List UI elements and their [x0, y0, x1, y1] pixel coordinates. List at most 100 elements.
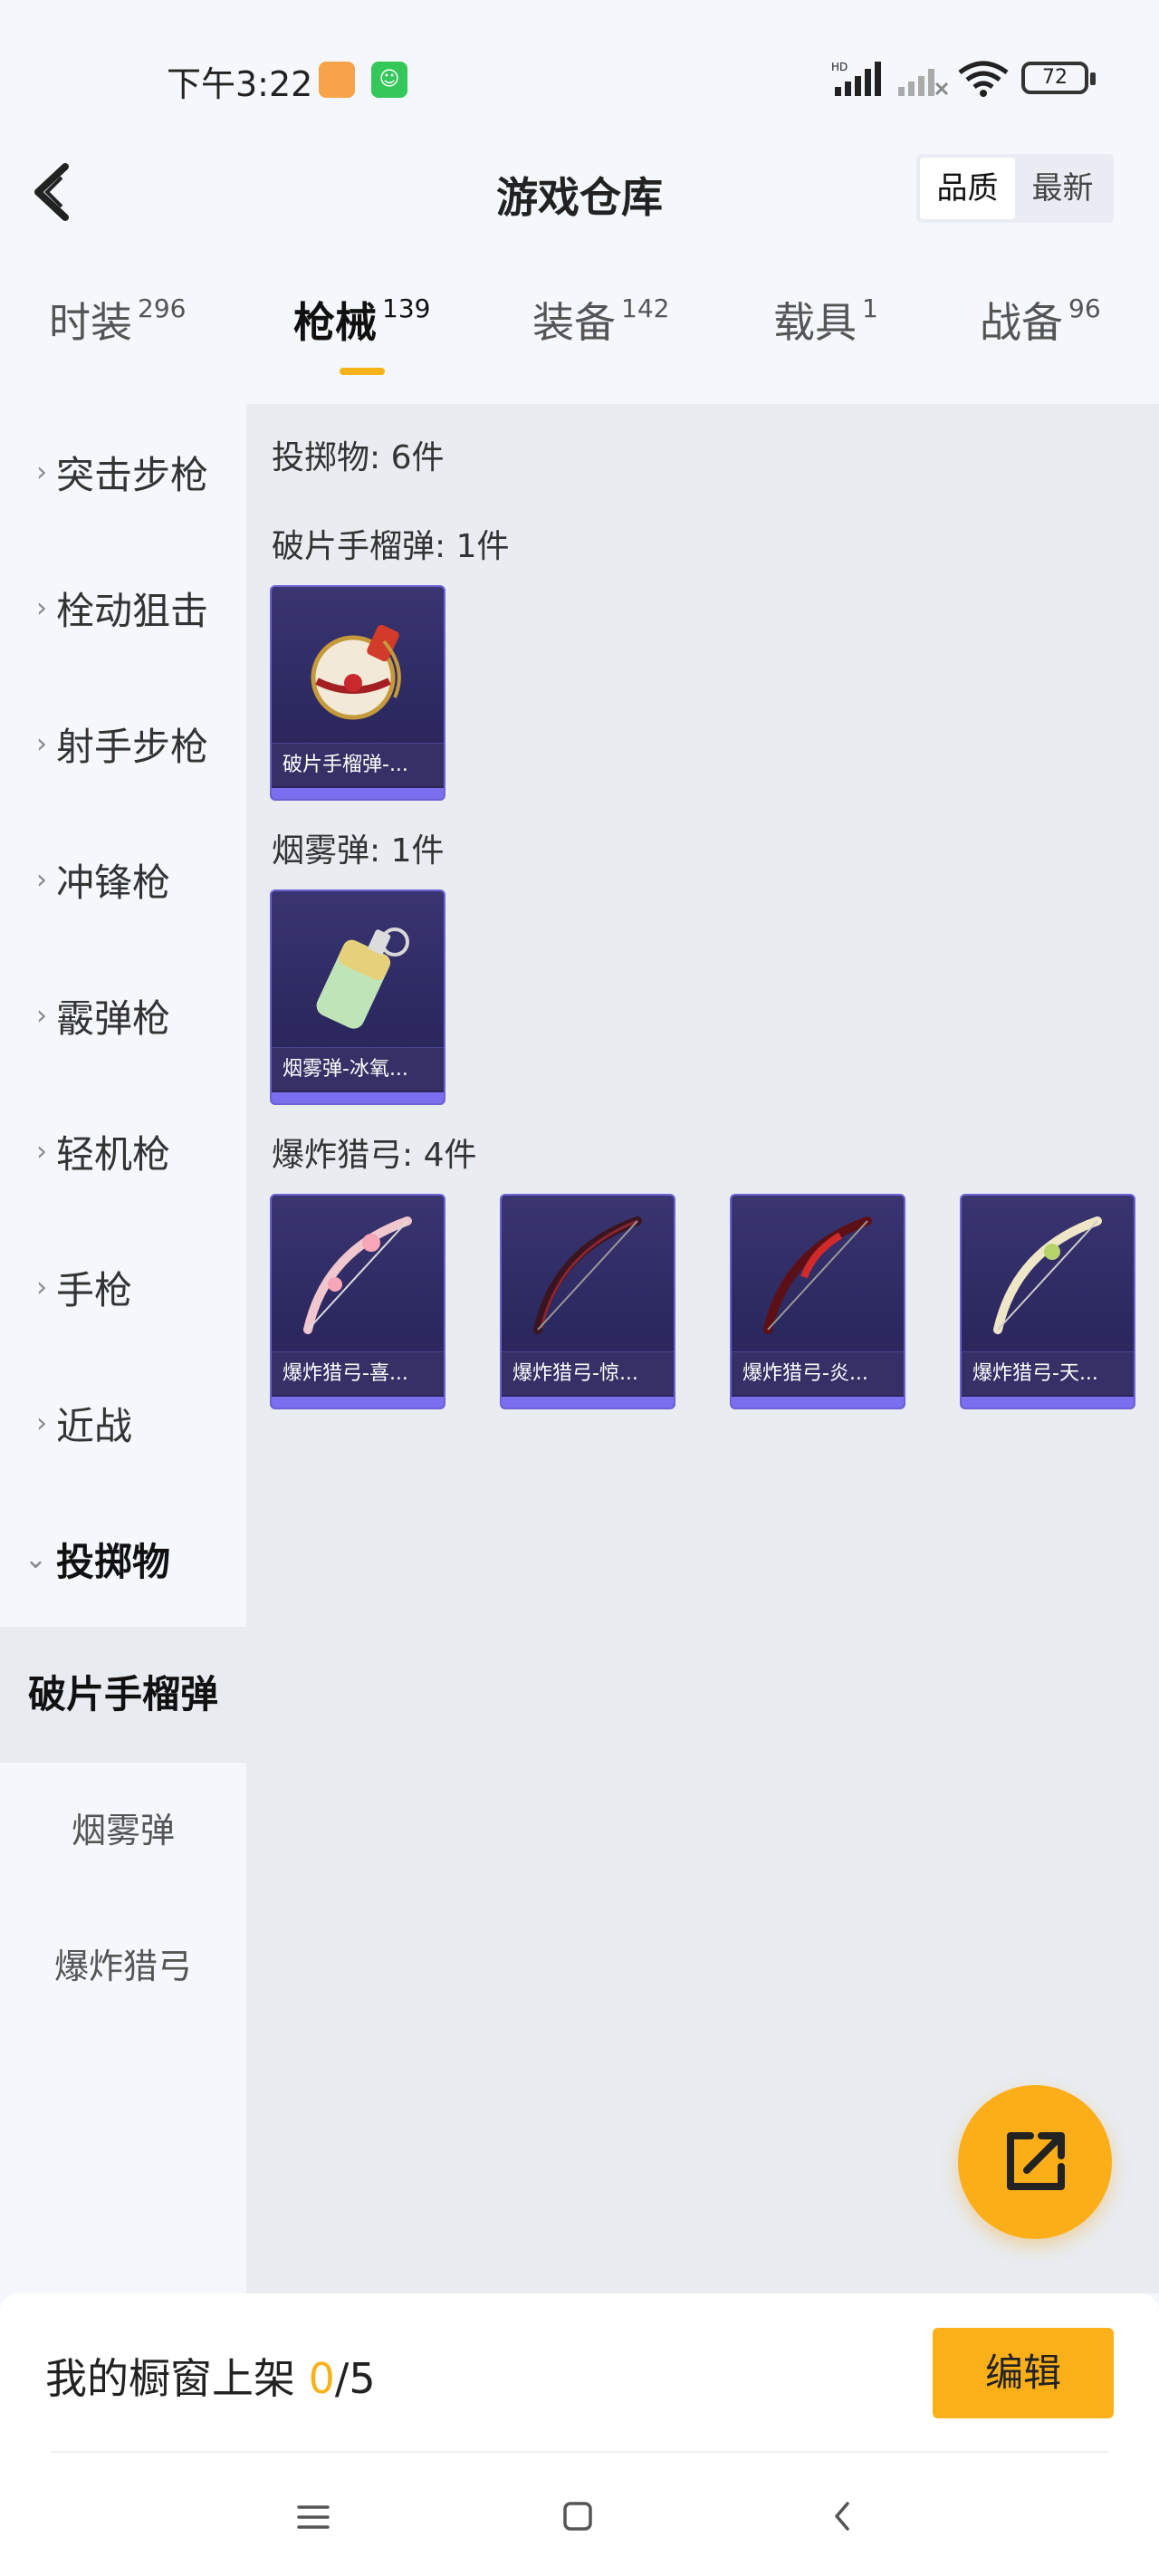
back-icon[interactable] — [829, 2498, 855, 2534]
item-card[interactable]: 爆炸猎弓-喜... — [270, 1194, 445, 1409]
tab-count: 139 — [382, 293, 431, 323]
summary-count: 投掷物: 6件 — [272, 439, 445, 476]
no-signal-icon — [898, 69, 949, 96]
header: 游戏仓库 品质 最新 — [0, 145, 1159, 235]
tab-count: 96 — [1068, 293, 1101, 323]
category-tabs: 时装 296 枪械 139 装备 142 载具 1 战备 96 — [0, 290, 1159, 399]
item-card[interactable]: 爆炸猎弓-惊... — [500, 1194, 675, 1409]
tab-count: 142 — [621, 293, 670, 323]
svg-text:HD: HD — [831, 61, 848, 73]
tab-label: 时装 — [49, 298, 132, 347]
sidebar-item-label: 射手步枪 — [56, 724, 209, 769]
tab-label: 载具 — [773, 298, 857, 347]
section-title: 烟雾弹: 1件 — [272, 832, 445, 870]
active-tab-indicator — [339, 368, 385, 375]
tab-count: 1 — [862, 293, 878, 323]
sidebar-item-marksman-rifle[interactable]: › 射手步枪 — [0, 676, 246, 812]
chevron-right-icon: › — [36, 1407, 47, 1439]
section-title: 爆炸猎弓: 4件 — [272, 1137, 477, 1174]
chevron-right-icon: › — [36, 863, 47, 896]
tab-fashion[interactable]: 时装 296 — [49, 290, 186, 389]
sidebar-item-label: 栓动狙击 — [56, 588, 209, 633]
showcase-used-count: 0 — [308, 2354, 335, 2403]
status-time: 下午3:22 — [167, 64, 313, 104]
item-card[interactable]: 爆炸猎弓-炎... — [730, 1194, 905, 1409]
bow-image — [303, 1216, 412, 1334]
item-name: 爆炸猎弓-炎... — [732, 1351, 904, 1395]
tab-equipment[interactable]: 装备 142 — [532, 290, 669, 389]
chevron-down-icon: ⌄ — [24, 1543, 47, 1575]
sidebar-subitem-smoke-grenade[interactable]: 烟雾弹 — [0, 1763, 246, 1898]
item-name: 爆炸猎弓-喜... — [272, 1351, 444, 1395]
tab-firearms[interactable]: 枪械 139 — [293, 290, 430, 389]
divider — [51, 2451, 1108, 2453]
item-card[interactable]: 破片手榴弹-... — [270, 585, 445, 801]
sidebar-item-assault-rifle[interactable]: › 突击步枪 — [0, 404, 246, 540]
rarity-bar — [502, 1397, 674, 1408]
tab-vehicles[interactable]: 载具 1 — [773, 290, 878, 389]
sort-option-quality[interactable]: 品质 — [920, 158, 1015, 219]
rarity-bar — [272, 1397, 444, 1408]
sidebar-item-lmg[interactable]: › 轻机枪 — [0, 1083, 246, 1219]
chevron-right-icon: › — [36, 999, 47, 1032]
external-link-icon — [1007, 2132, 1065, 2190]
bow-image — [763, 1216, 872, 1334]
tab-label: 枪械 — [293, 298, 377, 347]
grenade-image — [311, 624, 401, 720]
sidebar-item-throwables[interactable]: ⌄ 投掷物 — [0, 1491, 246, 1627]
smoke-grenade-image — [316, 928, 409, 1029]
sidebar-item-shotgun[interactable]: › 霰弹枪 — [0, 947, 246, 1083]
sidebar: › 突击步枪 › 栓动狙击 › 射手步枪 › 冲锋枪 › 霰弹枪 › 轻机枪 ›… — [0, 404, 246, 2293]
item-card[interactable]: 爆炸猎弓-天... — [960, 1194, 1135, 1409]
showcase-bar: 我的橱窗上架 0/5 编辑 — [0, 2293, 1159, 2456]
sidebar-item-label: 轻机枪 — [56, 1131, 171, 1177]
showcase-label: 我的橱窗上架 — [45, 2354, 295, 2403]
item-name: 爆炸猎弓-惊... — [502, 1351, 674, 1395]
bow-image — [533, 1216, 642, 1334]
sidebar-item-label: 冲锋枪 — [56, 860, 171, 905]
battery-icon: 72 — [1021, 62, 1096, 94]
tab-label: 战备 — [980, 298, 1063, 347]
share-button[interactable] — [958, 2085, 1112, 2239]
sidebar-item-label: 投掷物 — [56, 1539, 171, 1584]
sidebar-subitem-explosive-bow[interactable]: 爆炸猎弓 — [0, 1898, 246, 2034]
item-card[interactable]: 烟雾弹-冰氧... — [270, 889, 445, 1105]
tab-combat-gear[interactable]: 战备 96 — [980, 290, 1101, 389]
bow-image — [993, 1216, 1102, 1334]
sort-option-latest[interactable]: 最新 — [1015, 158, 1110, 219]
sidebar-item-label: 近战 — [56, 1403, 133, 1448]
chevron-right-icon: › — [36, 456, 47, 488]
chevron-right-icon: › — [36, 591, 47, 624]
sidebar-item-label: 手枪 — [56, 1267, 133, 1312]
tab-count: 296 — [138, 293, 187, 323]
sidebar-item-bolt-sniper[interactable]: › 栓动狙击 — [0, 540, 246, 676]
status-bar: 下午3:22 ☺ HD 72 — [0, 0, 1159, 154]
chevron-right-icon: › — [36, 727, 47, 760]
sidebar-subitem-frag-grenade[interactable]: 破片手榴弹 — [0, 1627, 246, 1763]
sidebar-item-pistol[interactable]: › 手枪 — [0, 1219, 246, 1355]
rarity-bar — [272, 788, 444, 799]
rarity-bar — [962, 1397, 1134, 1408]
tab-label: 装备 — [532, 298, 616, 347]
sidebar-item-melee[interactable]: › 近战 — [0, 1355, 246, 1491]
hd-signal-icon: HD — [831, 61, 881, 96]
item-name: 破片手榴弹-... — [272, 743, 444, 786]
sidebar-item-label: 霰弹枪 — [56, 995, 171, 1041]
app-notification-icon — [319, 62, 355, 98]
app-notification-icon-2: ☺ — [371, 62, 407, 98]
sort-toggle: 品质 最新 — [916, 154, 1114, 223]
wifi-icon — [958, 61, 1009, 97]
item-name: 爆炸猎弓-天... — [962, 1351, 1134, 1395]
showcase-status: 我的橱窗上架 0/5 — [45, 2346, 376, 2406]
sidebar-item-label: 突击步枪 — [56, 452, 209, 497]
chevron-right-icon: › — [36, 1271, 47, 1303]
rarity-bar — [272, 1092, 444, 1103]
chevron-right-icon: › — [36, 1135, 47, 1168]
item-list: 投掷物: 6件 破片手榴弹: 1件 破片手榴弹-... 烟雾弹: 1件 烟雾弹-… — [246, 404, 1159, 2293]
sidebar-item-smg[interactable]: › 冲锋枪 — [0, 812, 246, 947]
item-name: 烟雾弹-冰氧... — [272, 1047, 444, 1091]
edit-button[interactable]: 编辑 — [933, 2328, 1114, 2418]
menu-icon[interactable] — [295, 2502, 331, 2533]
home-icon[interactable] — [561, 2500, 594, 2533]
rarity-bar — [732, 1397, 904, 1408]
